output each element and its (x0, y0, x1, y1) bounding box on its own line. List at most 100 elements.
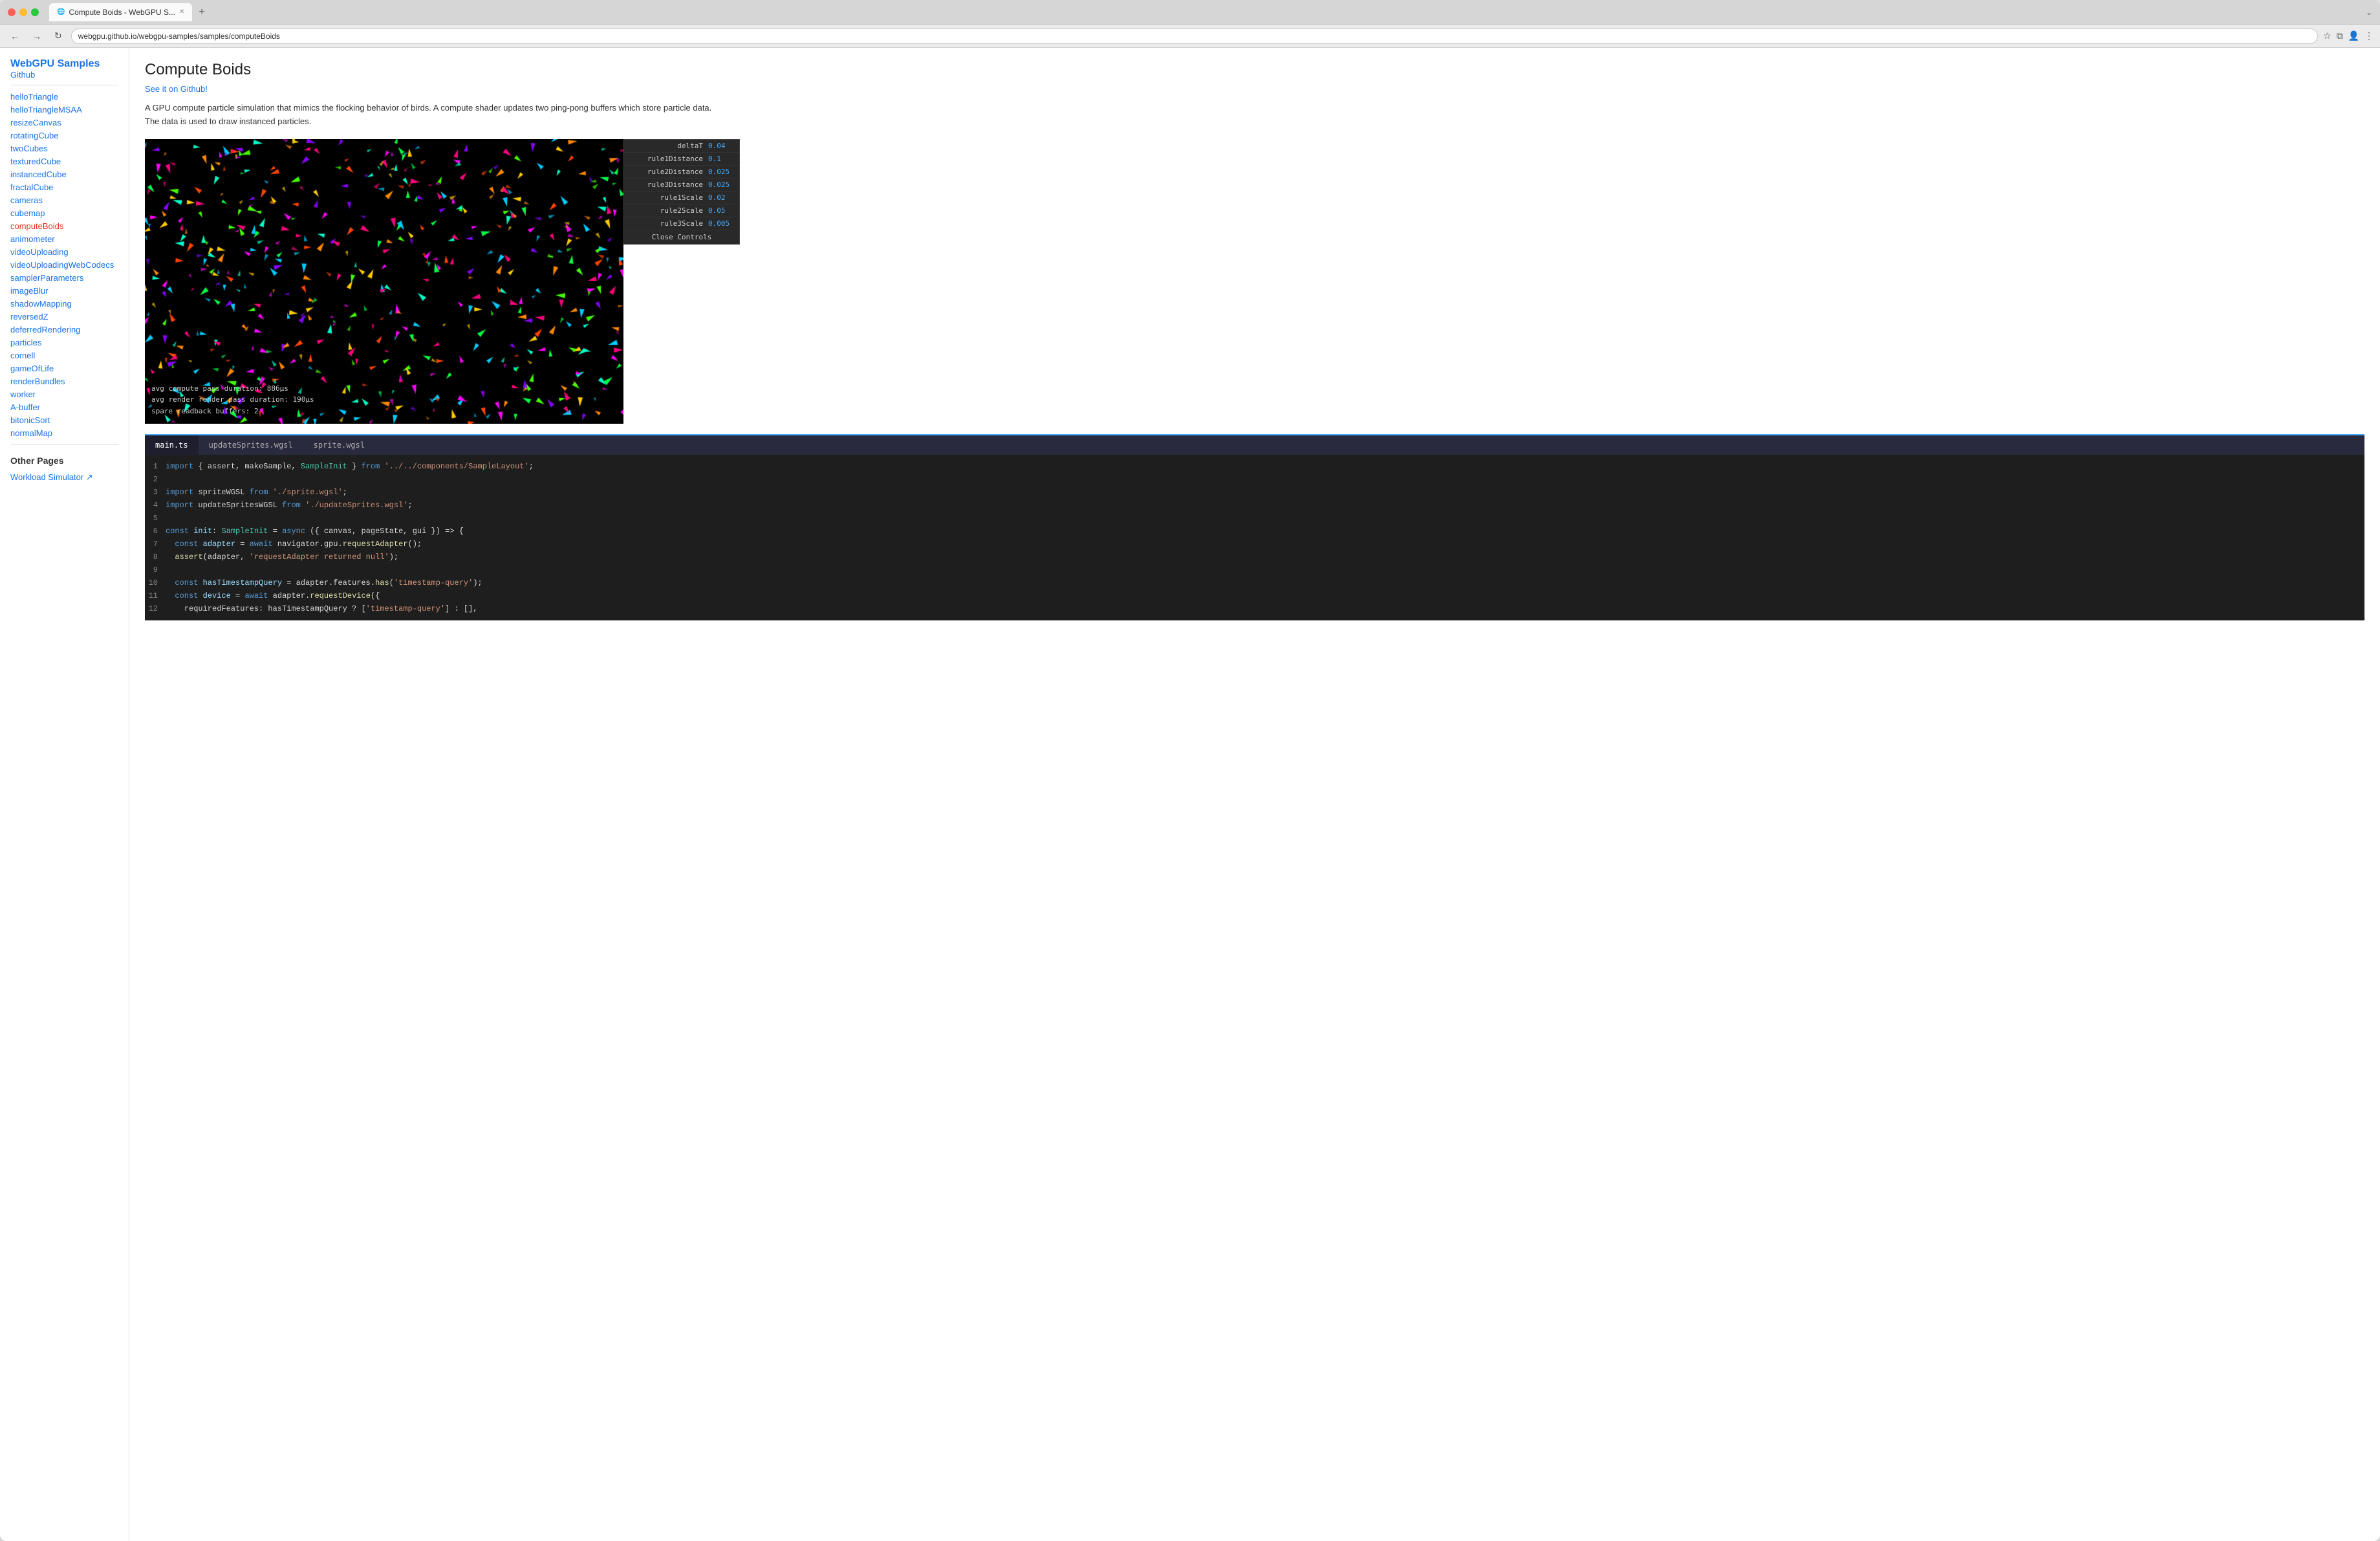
forward-button[interactable]: → (28, 28, 45, 44)
sidebar-item-gameOfLife[interactable]: gameOfLife (10, 362, 118, 375)
sidebar-item-bitonicSort[interactable]: bitonicSort (10, 414, 118, 426)
control-value-rule2Scale[interactable]: 0.05 (708, 206, 734, 215)
browser-titlebar: 🌐 Compute Boids - WebGPU S... ✕ + ⌄ (0, 0, 2380, 25)
code-line-8: 8 assert(adapter, 'requestAdapter return… (145, 551, 2364, 563)
tab-close-icon[interactable]: ✕ (179, 8, 184, 16)
code-tab-sprite-wgsl[interactable]: sprite.wgsl (303, 435, 375, 455)
code-line-4: 4import updateSpritesWGSL from './update… (145, 499, 2364, 512)
control-row-rule3Distance: rule3Distance0.025 (624, 179, 739, 191)
minimize-button[interactable] (19, 8, 27, 16)
sidebar-item-rotatingCube[interactable]: rotatingCube (10, 129, 118, 142)
control-value-deltaT[interactable]: 0.04 (708, 142, 734, 150)
sidebar-item-videoUploadingWebCodecs[interactable]: videoUploadingWebCodecs (10, 259, 118, 271)
line-number: 10 (145, 577, 166, 589)
address-bar[interactable]: webgpu.github.io/webgpu-samples/samples/… (71, 28, 2318, 44)
main-area: Compute Boids See it on Github! A GPU co… (129, 48, 2380, 1541)
code-area: 1import { assert, makeSample, SampleInit… (145, 455, 2364, 620)
control-label-rule3Scale: rule3Scale (629, 219, 708, 228)
canvas-stats: avg compute pass duration: 886µs avg ren… (151, 383, 314, 417)
window-controls: ⌄ (2366, 8, 2372, 17)
extensions-icon[interactable]: ⧉ (2337, 30, 2343, 41)
sidebar-item-samplerParameters[interactable]: samplerParameters (10, 272, 118, 284)
boids-canvas (145, 139, 623, 424)
other-pages-title: Other Pages (10, 455, 118, 466)
compute-pass-stat: avg compute pass duration: 886µs (151, 383, 314, 395)
code-line-12: 12 requiredFeatures: hasTimestampQuery ?… (145, 602, 2364, 615)
sidebar-item-deferredRendering[interactable]: deferredRendering (10, 323, 118, 336)
code-tab-main-ts[interactable]: main.ts (145, 435, 199, 455)
sidebar-item-shadowMapping[interactable]: shadowMapping (10, 298, 118, 310)
sidebar-item-cubemap[interactable]: cubemap (10, 207, 118, 219)
line-number: 11 (145, 590, 166, 602)
url-text: webgpu.github.io/webgpu-samples/samples/… (78, 32, 280, 41)
control-label-rule3Distance: rule3Distance (629, 180, 708, 189)
sidebar-divider-2 (10, 444, 118, 445)
menu-icon[interactable]: ⋮ (2364, 30, 2374, 41)
line-number: 5 (145, 512, 166, 524)
code-tab-updateSprites-wgsl[interactable]: updateSprites.wgsl (199, 435, 303, 455)
line-number: 4 (145, 499, 166, 511)
control-row-rule1Scale: rule1Scale0.02 (624, 191, 739, 204)
line-number: 9 (145, 564, 166, 576)
sidebar-item-cameras[interactable]: cameras (10, 194, 118, 206)
sidebar-item-reversedZ[interactable]: reversedZ (10, 311, 118, 323)
active-tab[interactable]: 🌐 Compute Boids - WebGPU S... ✕ (49, 3, 192, 21)
sidebar-item-imageBlur[interactable]: imageBlur (10, 285, 118, 297)
browser-toolbar: ← → ↻ webgpu.github.io/webgpu-samples/sa… (0, 25, 2380, 48)
control-value-rule3Distance[interactable]: 0.025 (708, 180, 734, 189)
code-line-6: 6const init: SampleInit = async ({ canva… (145, 525, 2364, 538)
canvas-area: avg compute pass duration: 886µs avg ren… (145, 139, 623, 424)
back-button[interactable]: ← (6, 28, 23, 44)
spare-readback-stat: spare readback buffers: 2 (151, 406, 314, 417)
control-value-rule1Scale[interactable]: 0.02 (708, 193, 734, 202)
sidebar-item-animometer[interactable]: animometer (10, 233, 118, 245)
code-line-2: 2 (145, 473, 2364, 486)
maximize-button[interactable] (31, 8, 39, 16)
sidebar-item-texturedCube[interactable]: texturedCube (10, 155, 118, 168)
line-content: import { assert, makeSample, SampleInit … (166, 461, 2364, 472)
render-pass-stat: avg render render pass duration: 190µs (151, 394, 314, 406)
sidebar-item-fractalCube[interactable]: fractalCube (10, 181, 118, 193)
sidebar-item-renderBundles[interactable]: renderBundles (10, 375, 118, 388)
close-controls-button[interactable]: Close Controls (624, 230, 739, 244)
line-content: const adapter = await navigator.gpu.requ… (166, 538, 2364, 550)
code-line-11: 11 const device = await adapter.requestD… (145, 589, 2364, 602)
sidebar-item-normalMap[interactable]: normalMap (10, 427, 118, 439)
sidebar-title[interactable]: WebGPU Samples (10, 58, 100, 69)
control-row-deltaT: deltaT0.04 (624, 140, 739, 153)
other-page-item-Workload-Simulator-↗[interactable]: Workload Simulator ↗ (10, 471, 118, 484)
code-line-5: 5 (145, 512, 2364, 525)
sidebar-item-videoUploading[interactable]: videoUploading (10, 246, 118, 258)
sidebar-item-helloTriangleMSAA[interactable]: helloTriangleMSAA (10, 104, 118, 116)
sidebar-github-link[interactable]: Github (10, 70, 118, 80)
line-number: 8 (145, 551, 166, 563)
close-button[interactable] (8, 8, 16, 16)
line-content: import updateSpritesWGSL from './updateS… (166, 499, 2364, 511)
line-content: const device = await adapter.requestDevi… (166, 590, 2364, 602)
control-value-rule1Distance[interactable]: 0.1 (708, 155, 734, 163)
sidebar-item-worker[interactable]: worker (10, 388, 118, 400)
sidebar-item-computeBoids[interactable]: computeBoids (10, 220, 118, 232)
reload-button[interactable]: ↻ (50, 28, 66, 44)
control-value-rule3Scale[interactable]: 0.005 (708, 219, 734, 228)
bookmark-icon[interactable]: ☆ (2323, 30, 2331, 41)
control-label-rule1Scale: rule1Scale (629, 193, 708, 202)
line-content (166, 512, 2364, 524)
control-value-rule2Distance[interactable]: 0.025 (708, 168, 734, 176)
browser-window: 🌐 Compute Boids - WebGPU S... ✕ + ⌄ ← → … (0, 0, 2380, 1541)
new-tab-button[interactable]: + (195, 5, 208, 19)
sidebar-item-cornell[interactable]: cornell (10, 349, 118, 362)
sidebar-item-A-buffer[interactable]: A-buffer (10, 401, 118, 413)
line-number: 2 (145, 474, 166, 485)
sidebar-item-helloTriangle[interactable]: helloTriangle (10, 91, 118, 103)
profile-icon[interactable]: 👤 (2348, 30, 2359, 41)
sidebar-nav: helloTrianglehelloTriangleMSAAresizeCanv… (10, 91, 118, 439)
tab-favicon: 🌐 (57, 8, 65, 16)
line-number: 3 (145, 486, 166, 498)
sidebar-item-resizeCanvas[interactable]: resizeCanvas (10, 116, 118, 129)
sidebar-item-twoCubes[interactable]: twoCubes (10, 142, 118, 155)
sidebar-item-instancedCube[interactable]: instancedCube (10, 168, 118, 180)
traffic-lights (8, 8, 39, 16)
sidebar-item-particles[interactable]: particles (10, 336, 118, 349)
github-link[interactable]: See it on Github! (145, 84, 2364, 94)
